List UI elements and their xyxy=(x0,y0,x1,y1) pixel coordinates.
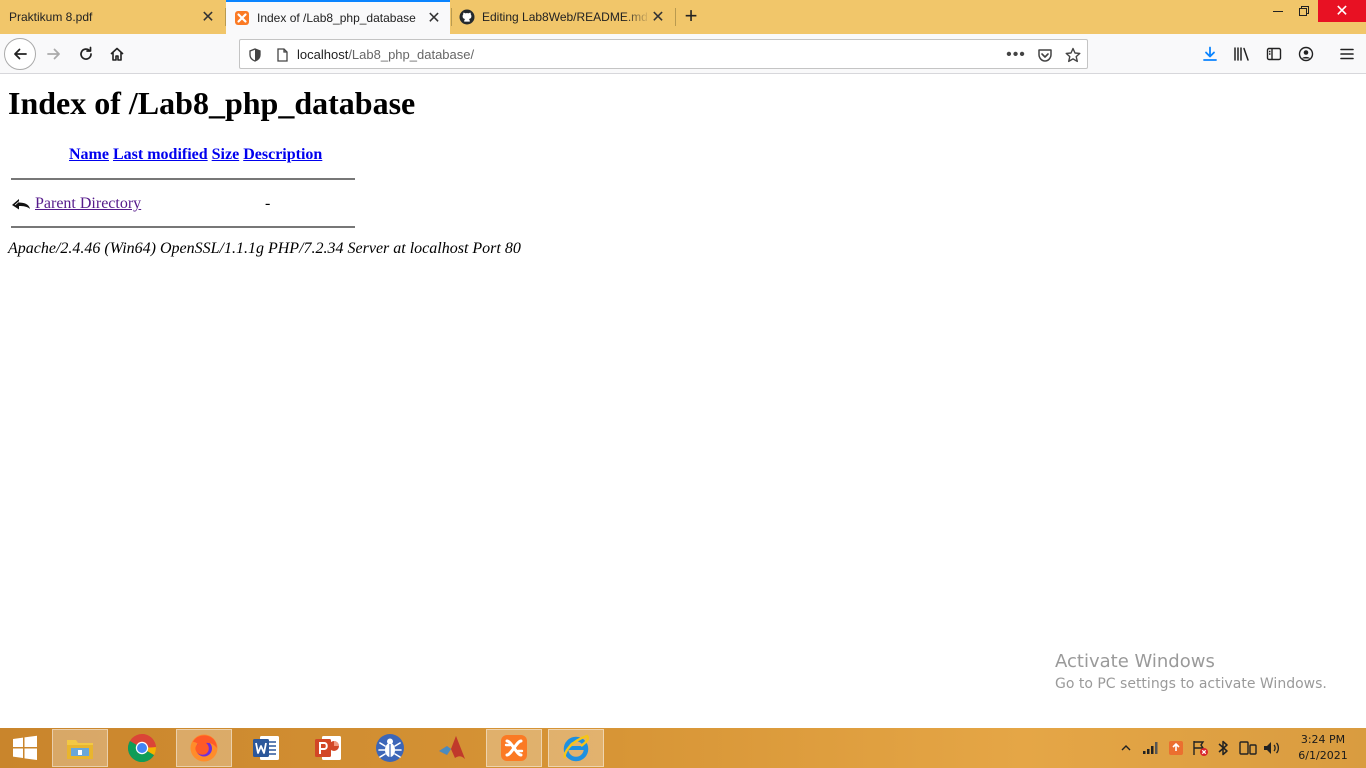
xampp-favicon-icon xyxy=(235,11,249,25)
github-favicon-icon xyxy=(459,9,475,25)
icon-column-header xyxy=(10,145,66,165)
account-icon[interactable] xyxy=(1290,38,1322,70)
watermark-subtitle: Go to PC settings to activate Windows. xyxy=(1055,676,1327,692)
tab-index-lab8[interactable]: Index of /Lab8_php_database ✕ xyxy=(226,0,450,34)
restore-icon[interactable] xyxy=(1292,0,1316,22)
tracking-shield-icon[interactable] xyxy=(246,46,264,64)
tab-praktikum-pdf[interactable]: Praktikum 8.pdf ✕ xyxy=(0,0,224,34)
tab-title: Editing Lab8Web/README.md xyxy=(482,10,648,24)
system-clock[interactable]: 3:24 PM 6/1/2021 xyxy=(1292,732,1354,764)
column-header-description[interactable]: Description xyxy=(243,146,322,163)
file-explorer-icon[interactable] xyxy=(52,729,108,767)
close-tab-icon[interactable]: ✕ xyxy=(426,10,442,27)
column-header-last-modified[interactable]: Last modified xyxy=(113,146,208,163)
server-signature: Apache/2.4.46 (Win64) OpenSSL/1.1.1g PHP… xyxy=(8,240,521,257)
flag-alert-icon[interactable] xyxy=(1191,728,1209,768)
close-tab-icon[interactable]: ✕ xyxy=(650,9,666,26)
tab-title: Praktikum 8.pdf xyxy=(9,10,93,24)
library-icon[interactable] xyxy=(1226,38,1258,70)
watermark-title: Activate Windows xyxy=(1055,651,1215,672)
back-arrow-icon[interactable] xyxy=(4,38,36,70)
column-header-name[interactable]: Name xyxy=(69,146,109,163)
show-hidden-icons-chevron-icon[interactable] xyxy=(1121,728,1133,768)
close-tab-icon[interactable]: ✕ xyxy=(200,9,216,26)
taskbar: 3:24 PM 6/1/2021 xyxy=(0,728,1366,768)
volume-icon[interactable] xyxy=(1262,728,1282,768)
parent-size-value: - xyxy=(265,195,271,212)
start-icon[interactable] xyxy=(0,729,50,767)
reload-icon[interactable] xyxy=(70,38,102,70)
matlab-icon[interactable] xyxy=(424,729,480,767)
pocket-icon[interactable] xyxy=(1036,46,1054,64)
clock-date: 6/1/2021 xyxy=(1298,749,1348,762)
tab-github-readme[interactable]: Editing Lab8Web/README.md ✕ xyxy=(452,0,674,34)
column-header-size[interactable]: Size xyxy=(212,146,240,163)
clock-time: 3:24 PM xyxy=(1300,733,1346,746)
divider-line xyxy=(11,226,355,228)
tab-separator xyxy=(675,8,676,26)
back-arrow-folder-icon xyxy=(12,199,30,210)
url-path: /Lab8_php_database/ xyxy=(348,47,475,62)
navigation-toolbar: localhost/Lab8_php_database/ ••• xyxy=(0,34,1366,74)
downloads-icon[interactable] xyxy=(1194,38,1226,70)
firefox-icon[interactable] xyxy=(176,729,232,767)
address-bar[interactable]: localhost/Lab8_php_database/ ••• xyxy=(239,39,1088,69)
forward-arrow-icon[interactable] xyxy=(38,38,70,70)
page-actions-menu-icon[interactable]: ••• xyxy=(1006,46,1025,64)
devices-icon[interactable] xyxy=(1238,728,1258,768)
activate-windows-watermark: Activate Windows Go to PC settings to ac… xyxy=(1055,651,1327,692)
page-title: Index of /Lab8_php_database xyxy=(8,85,416,121)
chrome-icon[interactable] xyxy=(114,729,170,767)
url-text[interactable]: localhost/Lab8_php_database/ xyxy=(297,47,474,62)
new-tab-plus-icon[interactable]: + xyxy=(680,5,702,27)
url-host: localhost xyxy=(297,47,349,62)
minimize-icon[interactable] xyxy=(1266,0,1290,22)
bluetooth-icon[interactable] xyxy=(1216,728,1230,768)
divider-line xyxy=(11,178,355,180)
bookmark-star-icon[interactable] xyxy=(1064,46,1082,64)
parent-directory-link[interactable]: Parent Directory xyxy=(35,195,141,213)
internet-explorer-icon[interactable] xyxy=(548,729,604,767)
table-header-row: Name Last modified Size Description xyxy=(10,145,323,165)
close-window-icon[interactable]: ✕ xyxy=(1318,0,1366,22)
sidebar-icon[interactable] xyxy=(1258,38,1290,70)
xampp-icon[interactable] xyxy=(486,729,542,767)
home-icon[interactable] xyxy=(101,38,133,70)
table-row: Parent Directory xyxy=(11,192,141,216)
hamburger-menu-icon[interactable] xyxy=(1331,38,1363,70)
tab-title: Index of /Lab8_php_database xyxy=(257,11,416,25)
network-signal-icon[interactable] xyxy=(1142,728,1160,768)
directory-listing-table: Name Last modified Size Description xyxy=(8,143,325,167)
tab-strip: Praktikum 8.pdf ✕ Index of /Lab8_php_dat… xyxy=(0,0,1366,34)
powerpoint-icon[interactable] xyxy=(300,729,356,767)
page-info-icon[interactable] xyxy=(273,46,291,64)
bug-app-icon[interactable] xyxy=(362,729,418,767)
office-upload-icon[interactable] xyxy=(1167,728,1185,768)
word-icon[interactable] xyxy=(238,729,294,767)
page-content: Index of /Lab8_php_database Name Last mo… xyxy=(0,75,1366,728)
